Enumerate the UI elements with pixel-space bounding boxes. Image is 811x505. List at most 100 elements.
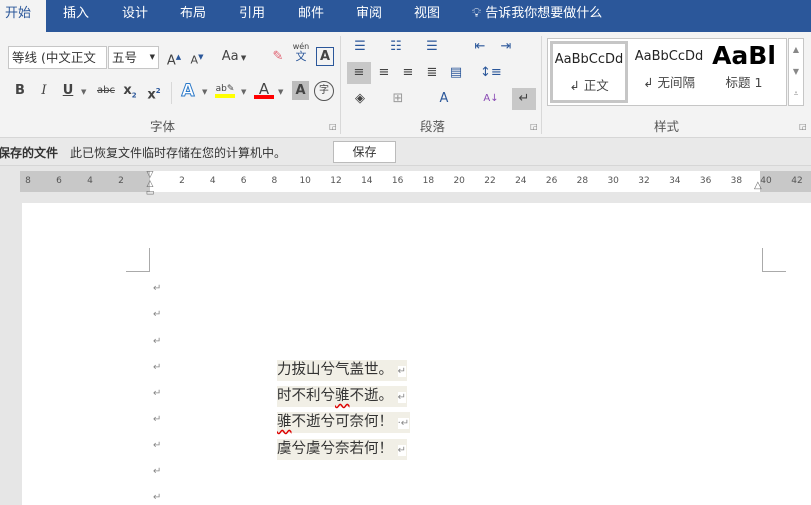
shrink-font-icon[interactable]: A▼	[187, 46, 207, 68]
font-name-select[interactable]: 等线 (中文正文	[8, 46, 107, 69]
superscript-icon[interactable]: x2	[144, 80, 164, 102]
text-line[interactable]: 力拔山兮气盖世。 ↵	[277, 360, 407, 381]
style-normal[interactable]: AaBbCcDd ↲ 正文	[550, 41, 628, 103]
styles-dialog-launcher-icon[interactable]: ◲	[799, 122, 807, 131]
numbering-icon[interactable]: ☷	[386, 36, 406, 58]
tab-review[interactable]: 审阅	[356, 0, 382, 32]
asian-layout-icon[interactable]: A	[434, 88, 454, 110]
style-no-spacing[interactable]: AaBbCcDd ↲ 无间隔	[630, 41, 708, 103]
grow-font-icon[interactable]: A▲	[164, 46, 184, 68]
paragraph-mark: ↵	[153, 388, 162, 399]
margin-corner-left	[126, 248, 150, 272]
phonetic-bottom: 文	[295, 50, 307, 63]
borders-icon[interactable]: ⊞	[388, 88, 408, 110]
lightbulb-icon: 💡︎	[472, 6, 482, 21]
paragraph-mark: ↵	[153, 336, 162, 347]
tab-design[interactable]: 设计	[122, 0, 148, 32]
bullets-icon[interactable]: ☰	[350, 36, 370, 58]
horizontal-ruler[interactable]: 8 6 4 2 2 4 6 8 10 12 14 16 18 20 22 24 26 28 30 32 34 36 38 40…	[20, 171, 811, 198]
infobar-message: 此已恢复文件临时存储在您的计算机中。	[70, 146, 287, 160]
font-color-icon[interactable]: A	[254, 78, 274, 100]
margin-corner-right	[762, 248, 786, 272]
spelling-error[interactable]: 骓	[335, 388, 350, 404]
line-spacing-icon[interactable]: ↕≡	[480, 62, 502, 84]
tab-mailings[interactable]: 邮件	[298, 0, 324, 32]
sort-icon[interactable]: A↓	[481, 88, 501, 110]
ruler-number: 6	[240, 176, 247, 186]
ruler-number: 42	[791, 176, 803, 186]
ruler-number: 30	[607, 176, 619, 186]
style-heading-1[interactable]: AaBl 标题 1	[710, 41, 778, 103]
character-shading-icon[interactable]: A	[292, 81, 309, 100]
infobar-title: 保存的文件	[0, 146, 59, 160]
character-border-icon[interactable]: A	[316, 47, 334, 66]
tab-home[interactable]: 开始	[0, 0, 46, 32]
tab-view[interactable]: 视图	[414, 0, 440, 32]
ruler-number: 26	[545, 176, 558, 186]
ribbon-tabs: 开始 插入 设计 布局 引用 邮件 审阅 视图 💡︎ 告诉我你想要做什么	[0, 0, 811, 32]
change-case-icon[interactable]: Aa ▼	[220, 46, 248, 68]
right-indent-marker-icon[interactable]: △	[754, 180, 762, 191]
text-line[interactable]: 虞兮虞兮奈若何！ ↵	[277, 439, 407, 460]
show-paragraph-marks-icon[interactable]: ↵	[512, 88, 536, 110]
style-name: ↲ 无间隔	[643, 75, 695, 90]
save-button[interactable]: 保存	[333, 141, 396, 163]
tell-me-search[interactable]: 💡︎ 告诉我你想要做什么	[472, 0, 602, 32]
styles-group-label: 样式	[654, 119, 680, 134]
paragraph-group-label: 段落	[420, 119, 446, 134]
style-preview: AaBbCcDd	[634, 49, 704, 64]
enclosed-character-icon[interactable]: 字	[314, 81, 334, 101]
text-line[interactable]: 时不利兮骓不逝。 ↵	[277, 386, 407, 407]
text-effects-icon[interactable]: A	[178, 80, 198, 102]
subscript-icon[interactable]: x2	[120, 80, 140, 102]
more-styles-icon[interactable]: ⩡	[789, 83, 803, 105]
decrease-indent-icon[interactable]: ⇤	[470, 36, 490, 58]
multilevel-list-icon[interactable]: ☰	[422, 36, 442, 58]
paragraph-mark: ↵	[153, 492, 162, 503]
ruler-number: 34	[669, 176, 681, 186]
ruler-number: 2	[179, 176, 185, 186]
text-line[interactable]: 骓不逝兮可奈何！ ·↵	[277, 412, 411, 433]
ruler-number: 20	[453, 176, 465, 186]
ruler-number: 4	[209, 176, 216, 186]
tab-layout[interactable]: 布局	[180, 0, 206, 32]
change-case-label: Aa	[221, 49, 239, 64]
paragraph-dialog-launcher-icon[interactable]: ◲	[530, 122, 538, 131]
increase-indent-icon[interactable]: ⇥	[496, 36, 516, 58]
underline-icon[interactable]: U	[58, 80, 78, 102]
font-size-select[interactable]: 五号 ▼	[108, 46, 159, 69]
highlight-icon[interactable]: ab✎	[215, 78, 235, 100]
font-size-value: 五号	[112, 50, 138, 65]
document-page[interactable]: ↵ ↵ ↵ ↵ ↵ ↵ ↵ ↵ ↵ 力拔山兮气盖世。 ↵ 时不利兮骓不逝。 ↵ 骓不逝兮可奈何！…	[22, 203, 811, 505]
paragraph-mark: ↵	[153, 466, 162, 477]
tab-references[interactable]: 引用	[239, 0, 265, 32]
text-effects-dropdown-icon[interactable]: ▼	[202, 88, 207, 96]
styles-scroll[interactable]: ▲ ▼ ⩡	[788, 38, 804, 106]
align-left-icon[interactable]: ≡	[347, 62, 371, 84]
scroll-up-icon[interactable]: ▲	[789, 39, 803, 61]
ribbon: 等线 (中文正文 五号 ▼ A▲ A▼ Aa ▼ ✎ wén 文 A B I U ▼…	[0, 32, 811, 138]
distributed-icon[interactable]: ▤	[446, 62, 466, 84]
shading-icon[interactable]: ◈	[350, 88, 370, 110]
align-center-icon[interactable]: ≡	[374, 62, 394, 84]
strikethrough-icon[interactable]: abc	[95, 80, 117, 102]
clear-formatting-icon[interactable]: ✎	[268, 46, 288, 68]
highlight-dropdown-icon[interactable]: ▼	[241, 88, 246, 96]
ruler-number: 8	[271, 176, 278, 186]
indent-markers-icon[interactable]: ▽ △ ▭	[144, 171, 156, 199]
align-right-icon[interactable]: ≡	[398, 62, 418, 84]
bold-icon[interactable]: B	[10, 80, 30, 102]
scroll-down-icon[interactable]: ▼	[789, 61, 803, 83]
font-group-label: 字体	[150, 119, 176, 134]
phonetic-guide-icon[interactable]: wén 文	[291, 42, 311, 64]
font-color-dropdown-icon[interactable]: ▼	[278, 88, 283, 96]
underline-dropdown-icon[interactable]: ▼	[81, 88, 86, 96]
tab-insert[interactable]: 插入	[63, 0, 89, 32]
spelling-error[interactable]: 骓	[277, 414, 292, 430]
ruler-number: 8	[25, 176, 31, 186]
ruler-number: 24	[515, 176, 527, 186]
ruler-number: 10	[299, 176, 311, 186]
italic-icon[interactable]: I	[34, 80, 54, 102]
font-dialog-launcher-icon[interactable]: ◲	[329, 122, 337, 131]
justify-icon[interactable]: ≣	[422, 62, 442, 84]
